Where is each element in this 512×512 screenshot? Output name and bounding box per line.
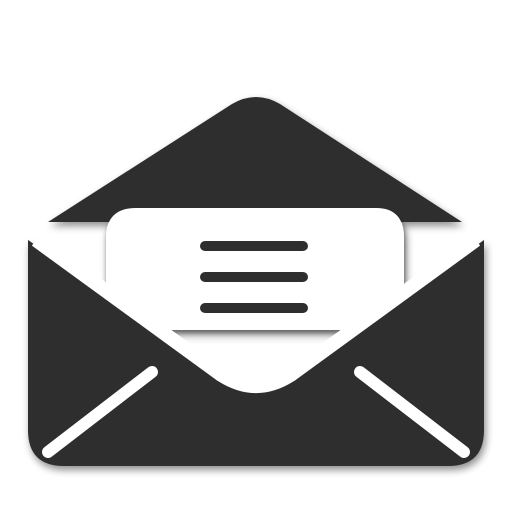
envelope-flap [48, 97, 462, 222]
open-envelope-icon [28, 97, 484, 466]
icon-canvas [0, 0, 512, 512]
